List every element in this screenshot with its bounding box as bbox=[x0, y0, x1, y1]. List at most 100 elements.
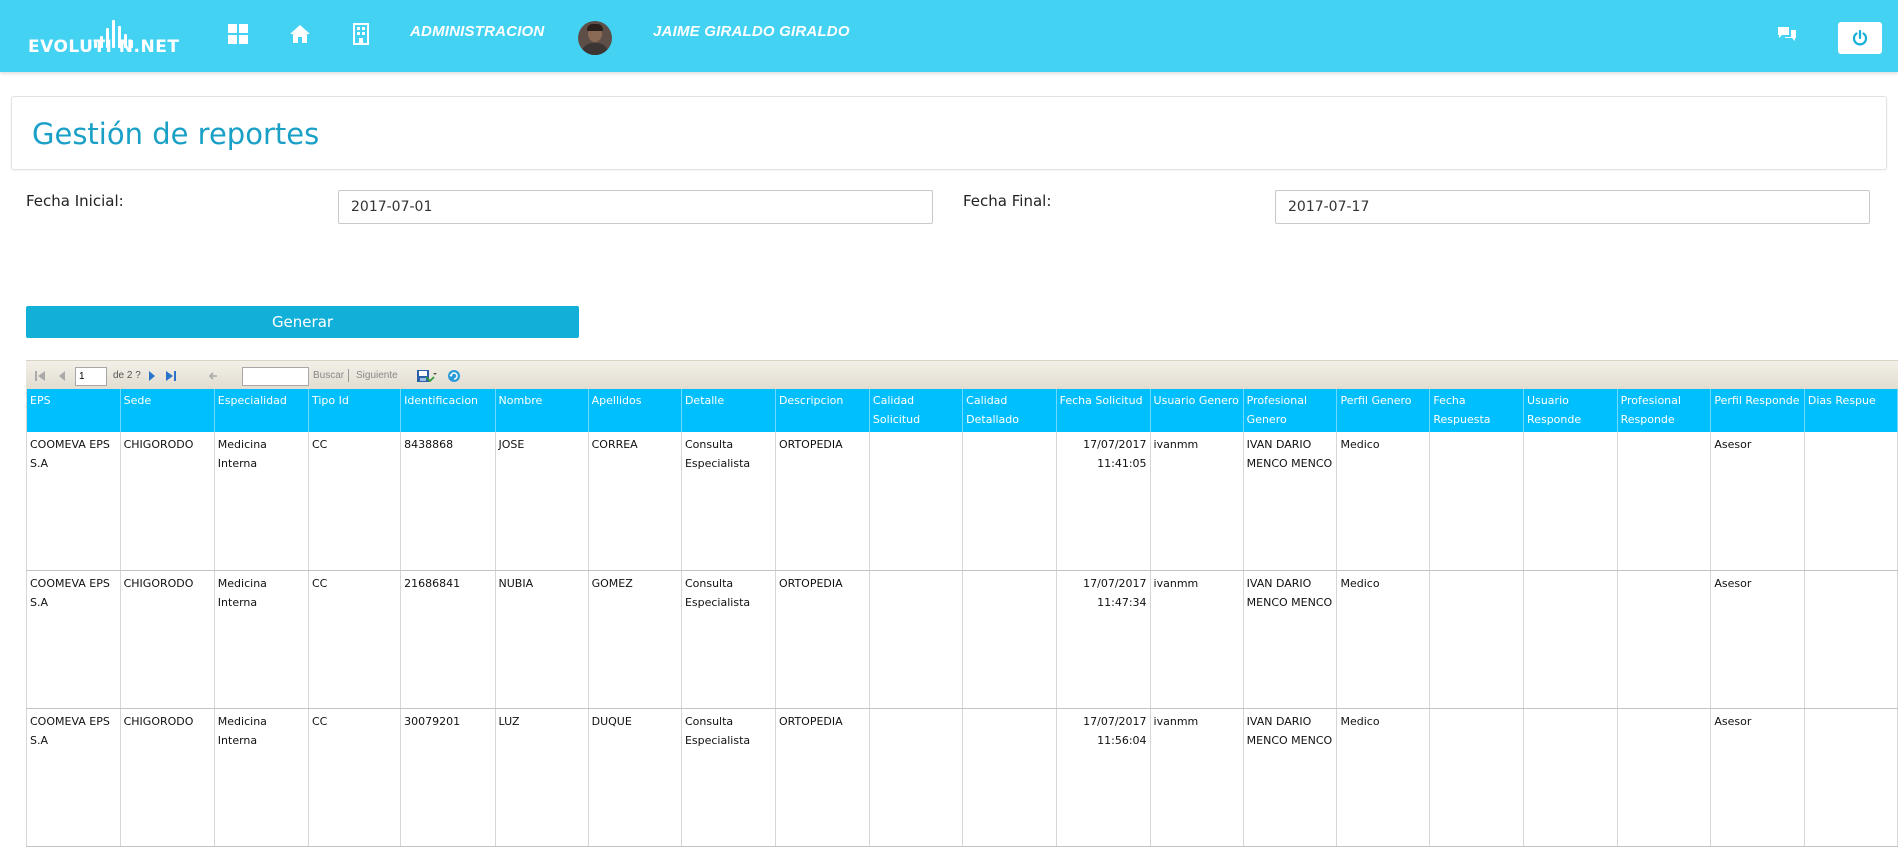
administracion-link[interactable]: ADMINISTRACION bbox=[410, 23, 544, 40]
table-cell bbox=[1523, 708, 1618, 847]
table-cell bbox=[962, 708, 1057, 847]
table-cell: LUZ bbox=[495, 708, 589, 847]
table-cell: 8438868 bbox=[400, 432, 496, 571]
windows-icon[interactable] bbox=[225, 21, 251, 47]
logo-text: EVOLUTI N.NET bbox=[28, 37, 180, 57]
column-header: Especialidad bbox=[214, 389, 309, 432]
last-page-icon[interactable] bbox=[164, 369, 178, 383]
table-cell: Medico bbox=[1336, 708, 1431, 847]
first-page-icon[interactable] bbox=[33, 369, 47, 383]
table-row: COOMEVA EPS S.A CHIGORODO Medicina Inter… bbox=[26, 570, 1898, 709]
column-header: Calidad Detallado bbox=[962, 389, 1057, 432]
back-icon[interactable] bbox=[206, 369, 220, 383]
table-cell: Consulta Especialista bbox=[681, 432, 776, 571]
table-cell bbox=[1617, 570, 1712, 709]
page-title: Gestión de reportes bbox=[32, 117, 320, 151]
column-header: Usuario Responde bbox=[1523, 389, 1618, 432]
column-header: Fecha Respuesta bbox=[1429, 389, 1525, 432]
next-page-icon[interactable] bbox=[145, 369, 159, 383]
table-cell: Consulta Especialista bbox=[681, 708, 776, 847]
table-cell: CC bbox=[308, 570, 402, 709]
page-number-input[interactable] bbox=[75, 367, 107, 386]
chat-icon[interactable] bbox=[1774, 21, 1800, 47]
table-cell: DUQUE bbox=[588, 708, 682, 847]
column-header: Perfil Responde bbox=[1710, 389, 1805, 432]
start-date-input[interactable] bbox=[338, 190, 933, 224]
table-cell bbox=[869, 708, 964, 847]
table-cell bbox=[1429, 432, 1525, 571]
table-cell: 17/07/2017 11:47:34 bbox=[1056, 570, 1151, 709]
table-cell bbox=[1523, 570, 1618, 709]
table-cell: IVAN DARIO MENCO MENCO bbox=[1243, 708, 1338, 847]
table-cell bbox=[1523, 432, 1618, 571]
table-cell bbox=[1429, 570, 1525, 709]
page-count-text: de 2 ? bbox=[113, 370, 141, 381]
power-button[interactable] bbox=[1838, 22, 1882, 54]
table-cell bbox=[1804, 570, 1898, 709]
table-cell: IVAN DARIO MENCO MENCO bbox=[1243, 570, 1338, 709]
table-cell bbox=[1804, 708, 1898, 847]
table-cell: ORTOPEDIA bbox=[775, 432, 870, 571]
prev-page-icon[interactable] bbox=[55, 369, 69, 383]
find-link[interactable]: Buscar bbox=[313, 370, 344, 381]
table-header-row: EPS Sede Especialidad Tipo Id Identifica… bbox=[26, 389, 1898, 432]
column-header: Profesional Responde bbox=[1617, 389, 1712, 432]
end-date-input[interactable] bbox=[1275, 190, 1870, 224]
table-cell: ivanmm bbox=[1150, 432, 1244, 571]
find-next-link[interactable]: Siguiente bbox=[356, 370, 398, 381]
table-cell: Medicina Interna bbox=[214, 570, 309, 709]
table-cell: NUBIA bbox=[495, 570, 589, 709]
app-logo[interactable]: EVOLUTI N.NET bbox=[28, 16, 198, 57]
table-cell bbox=[962, 570, 1057, 709]
column-header: Detalle bbox=[681, 389, 776, 432]
column-header: Descripcion bbox=[775, 389, 870, 432]
table-cell bbox=[869, 570, 964, 709]
power-icon bbox=[1852, 29, 1868, 46]
table-cell: ivanmm bbox=[1150, 570, 1244, 709]
table-cell bbox=[1617, 708, 1712, 847]
column-header: Usuario Genero bbox=[1150, 389, 1244, 432]
toolbar-separator bbox=[348, 369, 349, 382]
home-icon[interactable] bbox=[287, 21, 313, 47]
table-cell: CHIGORODO bbox=[120, 432, 215, 571]
table-cell: Medicina Interna bbox=[214, 708, 309, 847]
table-cell: Medicina Interna bbox=[214, 432, 309, 571]
table-cell: Asesor bbox=[1710, 570, 1805, 709]
user-avatar[interactable] bbox=[578, 21, 612, 55]
building-icon[interactable] bbox=[348, 21, 374, 47]
column-header: Profesional Genero bbox=[1243, 389, 1338, 432]
column-header: Nombre bbox=[495, 389, 589, 432]
table-cell bbox=[869, 432, 964, 571]
table-row: COOMEVA EPS S.A CHIGORODO Medicina Inter… bbox=[26, 708, 1898, 847]
table-cell: 21686841 bbox=[400, 570, 496, 709]
find-text-input[interactable] bbox=[242, 367, 309, 386]
top-navbar: EVOLUTI N.NET ADMINISTRACION JAIME GIRAL… bbox=[0, 0, 1898, 72]
column-header: EPS bbox=[26, 389, 121, 432]
end-date-label: Fecha Final: bbox=[963, 192, 1052, 210]
column-header: Identificacion bbox=[400, 389, 496, 432]
table-cell: CORREA bbox=[588, 432, 682, 571]
table-cell: IVAN DARIO MENCO MENCO bbox=[1243, 432, 1338, 571]
table-cell bbox=[962, 432, 1057, 571]
refresh-icon[interactable] bbox=[447, 369, 461, 383]
table-row: COOMEVA EPS S.A CHIGORODO Medicina Inter… bbox=[26, 432, 1898, 571]
table-cell: CHIGORODO bbox=[120, 570, 215, 709]
table-cell: COOMEVA EPS S.A bbox=[26, 570, 121, 709]
table-cell bbox=[1617, 432, 1712, 571]
table-cell: 30079201 bbox=[400, 708, 496, 847]
table-cell: Medico bbox=[1336, 570, 1431, 709]
table-cell: ORTOPEDIA bbox=[775, 570, 870, 709]
report-table: EPS Sede Especialidad Tipo Id Identifica… bbox=[26, 389, 1898, 847]
table-cell bbox=[1804, 432, 1898, 571]
export-icon[interactable] bbox=[416, 369, 438, 383]
table-cell: Consulta Especialista bbox=[681, 570, 776, 709]
column-header: Calidad Solicitud bbox=[869, 389, 964, 432]
column-header: Sede bbox=[120, 389, 215, 432]
column-header: Tipo Id bbox=[308, 389, 402, 432]
start-date-label: Fecha Inicial: bbox=[26, 192, 124, 210]
user-name-link[interactable]: JAIME GIRALDO GIRALDO bbox=[653, 23, 850, 40]
table-cell: Medico bbox=[1336, 432, 1431, 571]
generate-button[interactable]: Generar bbox=[26, 306, 579, 338]
table-cell: COOMEVA EPS S.A bbox=[26, 432, 121, 571]
table-cell bbox=[1429, 708, 1525, 847]
